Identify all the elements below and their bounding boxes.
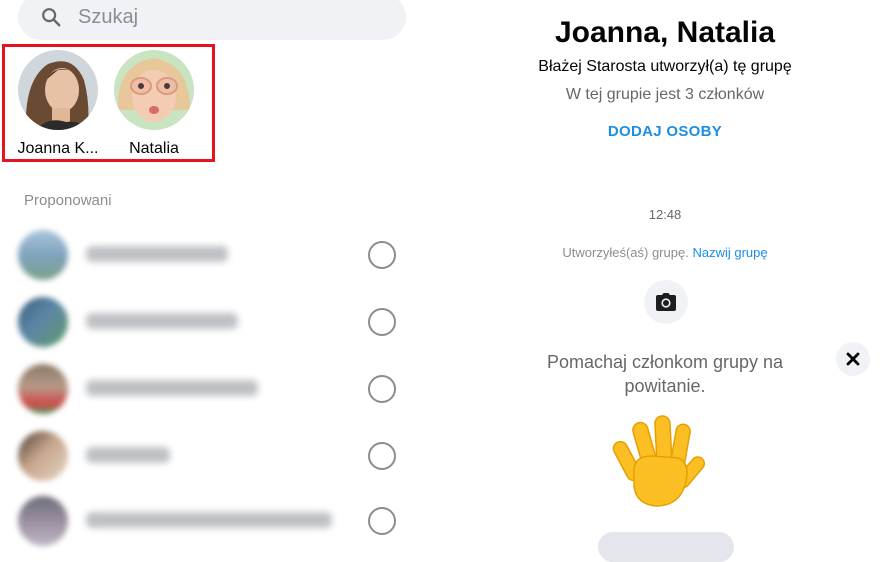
avatar xyxy=(114,50,194,130)
group-created-by: Błażej Starosta utworzył(a) tę grupę xyxy=(538,58,792,75)
search-input[interactable] xyxy=(76,4,380,30)
suggested-section-label: Proponowani xyxy=(24,192,112,209)
message-timestamp: 12:48 xyxy=(648,207,682,222)
blurred-name xyxy=(86,447,170,463)
select-radio[interactable] xyxy=(368,375,396,403)
group-title: Joanna, Natalia xyxy=(554,16,776,49)
add-people-button[interactable]: DODAJ OSOBY xyxy=(450,123,880,140)
group-member-count: W tej grupie jest 3 członków xyxy=(565,86,765,103)
search-icon xyxy=(42,8,61,27)
dismiss-button[interactable] xyxy=(836,342,870,376)
select-radio[interactable] xyxy=(368,241,396,269)
avatar xyxy=(18,496,68,546)
select-radio[interactable] xyxy=(368,507,396,535)
group-created-notice: Utworzyłeś(aś) grupę. Nazwij grupę xyxy=(450,245,880,260)
camera-icon xyxy=(656,293,676,311)
blurred-name xyxy=(86,512,332,528)
name-group-link[interactable]: Nazwij grupę xyxy=(692,245,767,260)
list-item[interactable] xyxy=(0,429,420,483)
waving-hand-icon[interactable] xyxy=(612,412,716,510)
blurred-name xyxy=(86,313,238,329)
selected-member-natalia[interactable]: Natalia xyxy=(106,50,202,158)
wave-prompt: Pomachaj członkom grupy na powitanie. xyxy=(546,352,784,396)
created-notice-text: Utworzyłeś(aś) grupę. xyxy=(562,245,689,260)
selected-member-name: Joanna K... xyxy=(17,140,99,157)
select-radio[interactable] xyxy=(368,308,396,336)
selected-member-name: Natalia xyxy=(129,140,179,157)
search-bar[interactable] xyxy=(18,0,406,40)
avatar xyxy=(18,364,68,414)
change-photo-button[interactable] xyxy=(644,280,688,324)
select-radio[interactable] xyxy=(368,442,396,470)
list-item[interactable] xyxy=(0,295,420,349)
avatar xyxy=(18,230,68,280)
list-item[interactable] xyxy=(0,228,420,282)
selected-member-joanna[interactable]: Joanna K... xyxy=(10,50,106,158)
avatar xyxy=(18,431,68,481)
avatar xyxy=(18,50,98,130)
blurred-name xyxy=(86,380,258,396)
list-item[interactable] xyxy=(0,362,420,416)
wave-send-button[interactable] xyxy=(598,532,734,562)
avatar xyxy=(18,297,68,347)
blurred-name xyxy=(86,246,228,262)
close-icon xyxy=(846,352,860,366)
